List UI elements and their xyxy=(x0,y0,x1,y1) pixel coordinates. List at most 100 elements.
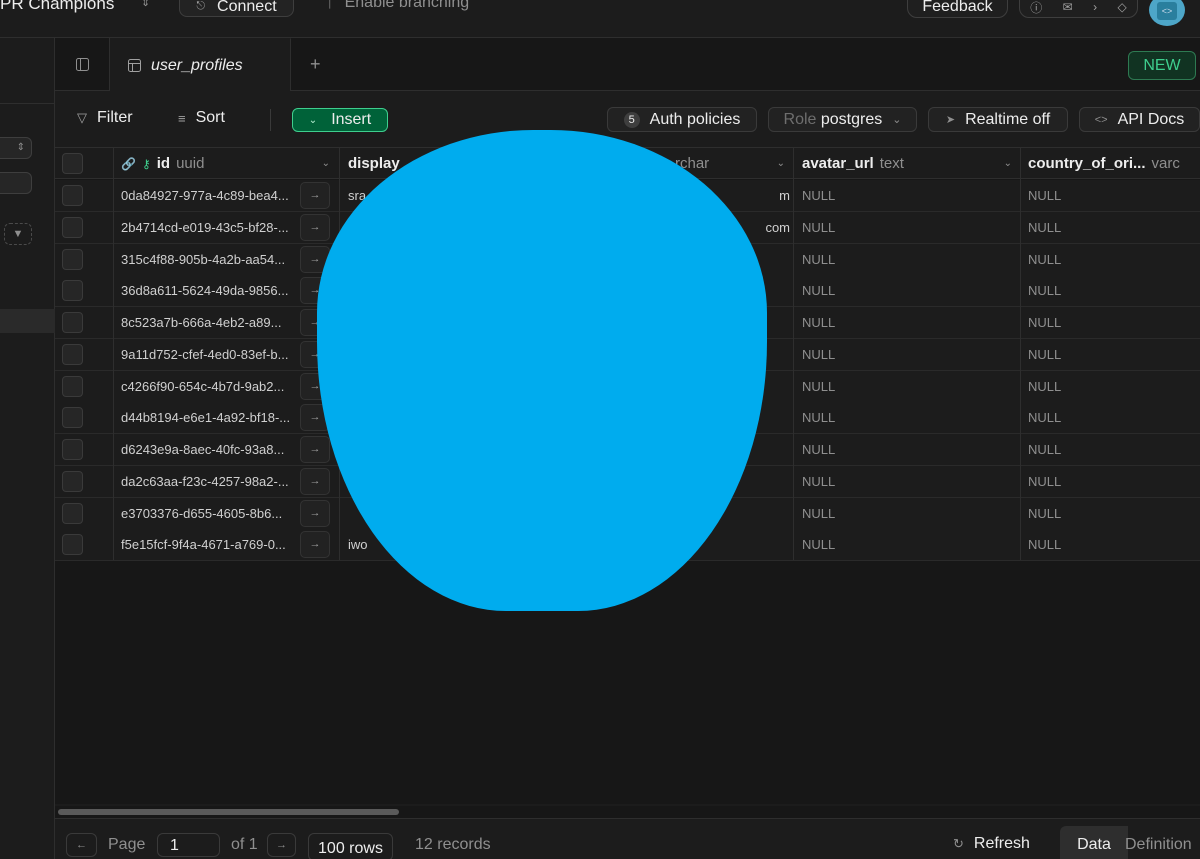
column-header-id[interactable]: 🔗 ⚷ id uuid ⌄ xyxy=(121,148,338,179)
role-select[interactable]: Role postgres ⌄ xyxy=(768,107,917,132)
terminal-icon[interactable]: › xyxy=(1093,0,1097,14)
expand-row-button[interactable]: → xyxy=(300,182,330,209)
sort-button[interactable]: ≡ Sort xyxy=(178,109,225,127)
row-checkbox[interactable] xyxy=(62,343,83,365)
horizontal-scrollbar[interactable] xyxy=(55,806,1200,818)
cell-country[interactable]: NULL xyxy=(1028,275,1188,306)
advisor-icon[interactable]: ◇ xyxy=(1118,0,1127,14)
chevron-down-icon: ⌄ xyxy=(321,158,330,169)
enable-branching-button[interactable]: ᛉ Enable branching xyxy=(325,0,469,12)
expand-row-button[interactable]: → xyxy=(300,213,330,241)
column-divider xyxy=(1020,148,1021,560)
cell-avatar[interactable]: NULL xyxy=(802,180,1002,211)
inbox-icon[interactable]: ✉ xyxy=(1063,0,1073,14)
feedback-button[interactable]: Feedback xyxy=(907,0,1008,18)
schema-select[interactable]: ⇕ xyxy=(0,137,32,159)
column-type: varc xyxy=(1151,155,1180,172)
avatar[interactable]: <> xyxy=(1149,0,1185,26)
cell-avatar[interactable]: NULL xyxy=(802,371,1002,402)
filter-button[interactable]: ▽ Filter xyxy=(77,109,133,127)
filter-label: Filter xyxy=(97,109,133,126)
connect-button[interactable]: ⎋ Connect xyxy=(179,0,294,17)
realtime-label: Realtime off xyxy=(965,110,1051,128)
cell-avatar[interactable]: NULL xyxy=(802,529,1002,560)
cell-country[interactable]: NULL xyxy=(1028,529,1188,560)
auth-policies-button[interactable]: 5 Auth policies xyxy=(607,107,757,132)
refresh-icon: ↻ xyxy=(953,836,964,851)
link-icon: 🔗 xyxy=(121,156,136,171)
cell-country[interactable]: NULL xyxy=(1028,339,1188,370)
chevron-updown-icon[interactable]: ⇕ xyxy=(141,0,150,9)
row-checkbox[interactable] xyxy=(62,439,83,460)
data-view-tab[interactable]: Data xyxy=(1060,826,1128,859)
row-checkbox[interactable] xyxy=(62,248,83,270)
role-label: Role xyxy=(783,110,817,128)
row-checkbox[interactable] xyxy=(62,502,83,524)
cell-avatar[interactable]: NULL xyxy=(802,244,1002,275)
cell-avatar[interactable]: NULL xyxy=(802,212,1002,243)
expand-row-button[interactable]: → xyxy=(300,467,330,495)
cell-country[interactable]: NULL xyxy=(1028,212,1188,243)
cell-country[interactable]: NULL xyxy=(1028,498,1188,529)
row-checkbox[interactable] xyxy=(62,312,83,333)
expand-row-button[interactable]: → xyxy=(300,531,330,559)
key-icon: ⚷ xyxy=(141,156,151,171)
row-checkbox[interactable] xyxy=(62,470,83,492)
row-checkbox[interactable] xyxy=(62,375,83,397)
cell-country[interactable]: NULL xyxy=(1028,244,1188,275)
sidebar-toggle-icon xyxy=(75,58,89,71)
expand-row-button[interactable]: → xyxy=(300,436,330,463)
sidebar-toggle-button[interactable] xyxy=(55,38,110,91)
column-type: text xyxy=(879,155,904,172)
new-button[interactable]: NEW xyxy=(1128,51,1196,80)
cell-avatar[interactable]: NULL xyxy=(802,275,1002,306)
sidebar-item-active[interactable] xyxy=(0,309,55,333)
cell-country[interactable]: NULL xyxy=(1028,371,1188,402)
refresh-button[interactable]: ↻ Refresh xyxy=(953,835,1030,853)
cell-avatar[interactable]: NULL xyxy=(802,307,1002,338)
help-icon[interactable]: ⓘ xyxy=(1030,0,1042,16)
row-checkbox[interactable] xyxy=(62,407,83,429)
cell-avatar[interactable]: NULL xyxy=(802,402,1002,433)
cell-avatar[interactable]: NULL xyxy=(802,498,1002,529)
cell-avatar[interactable]: NULL xyxy=(802,466,1002,497)
cell-country[interactable]: NULL xyxy=(1028,434,1188,465)
row-checkbox[interactable] xyxy=(62,534,83,556)
table-search-input[interactable] xyxy=(0,172,32,194)
page-count: of 1 xyxy=(231,836,258,853)
cell-country[interactable]: NULL xyxy=(1028,180,1188,211)
page-input[interactable]: 1 xyxy=(157,833,220,857)
select-all-checkbox[interactable] xyxy=(62,153,83,174)
policy-count-badge: 5 xyxy=(623,111,640,128)
tab-user-profiles[interactable]: user_profiles xyxy=(110,38,291,92)
column-name: id xyxy=(156,155,171,172)
add-tab-icon[interactable]: + xyxy=(310,54,321,75)
realtime-button[interactable]: ➤ Realtime off xyxy=(928,107,1068,132)
definition-view-tab[interactable]: Definition xyxy=(1125,836,1192,854)
cell-country[interactable]: NULL xyxy=(1028,402,1188,433)
chevron-down-icon: ⌄ xyxy=(1003,158,1012,169)
branching-label: Enable branching xyxy=(344,0,470,11)
row-checkbox[interactable] xyxy=(62,216,83,238)
row-checkbox[interactable] xyxy=(62,185,83,206)
code-icon: <> xyxy=(1094,113,1108,126)
insert-button[interactable]: ⌄ Insert xyxy=(292,108,388,132)
rows-per-page-select[interactable]: 100 rows xyxy=(308,833,393,859)
refresh-label: Refresh xyxy=(973,835,1030,852)
row-checkbox[interactable] xyxy=(62,280,83,302)
project-name[interactable]: PR Champions xyxy=(0,0,114,14)
expand-row-button[interactable]: → xyxy=(300,499,330,527)
top-bar: PR Champions ⇕ ⎋ Connect ᛉ Enable branch… xyxy=(0,0,1200,38)
filter-icon[interactable]: ▼ xyxy=(4,223,32,245)
column-header-avatar-url[interactable]: avatar_url text ⌄ xyxy=(802,148,1020,179)
cell-avatar[interactable]: NULL xyxy=(802,434,1002,465)
cell-country[interactable]: NULL xyxy=(1028,307,1188,338)
cell-avatar[interactable]: NULL xyxy=(802,339,1002,370)
scrollbar-thumb[interactable] xyxy=(58,809,399,815)
arrow-left-icon: ← xyxy=(76,839,87,851)
cell-country[interactable]: NULL xyxy=(1028,466,1188,497)
column-header-country[interactable]: country_of_ori... varc xyxy=(1028,148,1200,179)
next-page-button[interactable]: → xyxy=(267,833,296,857)
prev-page-button[interactable]: ← xyxy=(66,833,97,857)
api-docs-button[interactable]: <> API Docs xyxy=(1079,107,1200,132)
